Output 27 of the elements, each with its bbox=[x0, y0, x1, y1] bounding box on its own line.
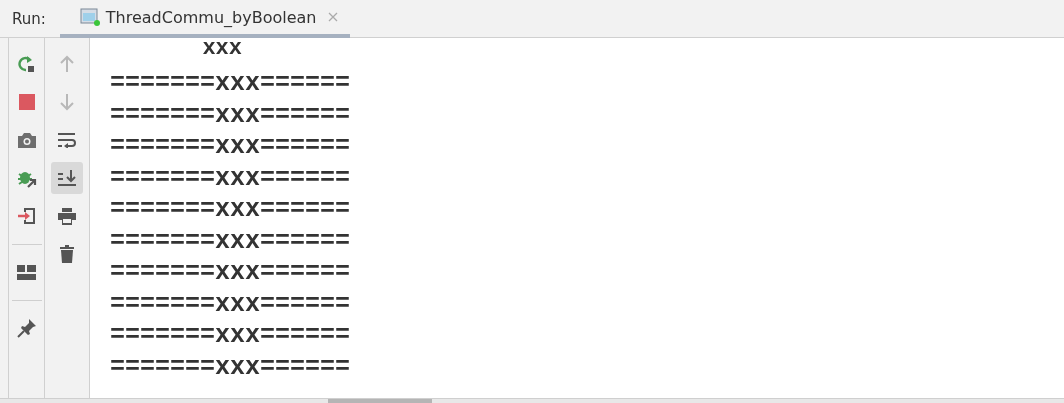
camera-icon[interactable] bbox=[17, 132, 36, 148]
console-line: =======xxx====== bbox=[110, 225, 351, 257]
console-line: =======xxx====== bbox=[110, 162, 351, 194]
console-window-icon bbox=[79, 8, 100, 26]
scroll-to-end-icon[interactable] bbox=[58, 170, 76, 186]
console-line: =======xxx====== bbox=[110, 288, 351, 320]
layout-icon[interactable] bbox=[17, 264, 36, 280]
toolbar-button[interactable] bbox=[51, 162, 83, 194]
stop-icon[interactable] bbox=[18, 94, 35, 110]
console-line: =======xxx====== bbox=[110, 68, 351, 100]
console-line: =======xxx====== bbox=[110, 131, 351, 163]
console-line: =======xxx====== bbox=[110, 194, 351, 226]
horizontal-scrollbar[interactable] bbox=[0, 398, 1064, 403]
console-line: =======xxx====== bbox=[110, 320, 351, 352]
tab-title: ThreadCommu_byBoolean bbox=[105, 7, 317, 27]
soft-wrap-icon[interactable] bbox=[58, 132, 76, 148]
pin-icon[interactable] bbox=[16, 318, 37, 338]
print-icon[interactable] bbox=[58, 207, 76, 225]
rerun-icon[interactable] bbox=[17, 55, 36, 73]
console-line: =======xxx====== bbox=[110, 351, 351, 383]
exit-icon[interactable] bbox=[16, 206, 37, 226]
run-label: Run: bbox=[11, 8, 47, 30]
console-line: xxx bbox=[201, 38, 243, 60]
console-line: =======xxx====== bbox=[110, 257, 351, 289]
scrollbar-thumb[interactable] bbox=[328, 399, 432, 403]
console-line: =======xxx====== bbox=[110, 99, 351, 131]
trash-icon[interactable] bbox=[60, 245, 74, 263]
